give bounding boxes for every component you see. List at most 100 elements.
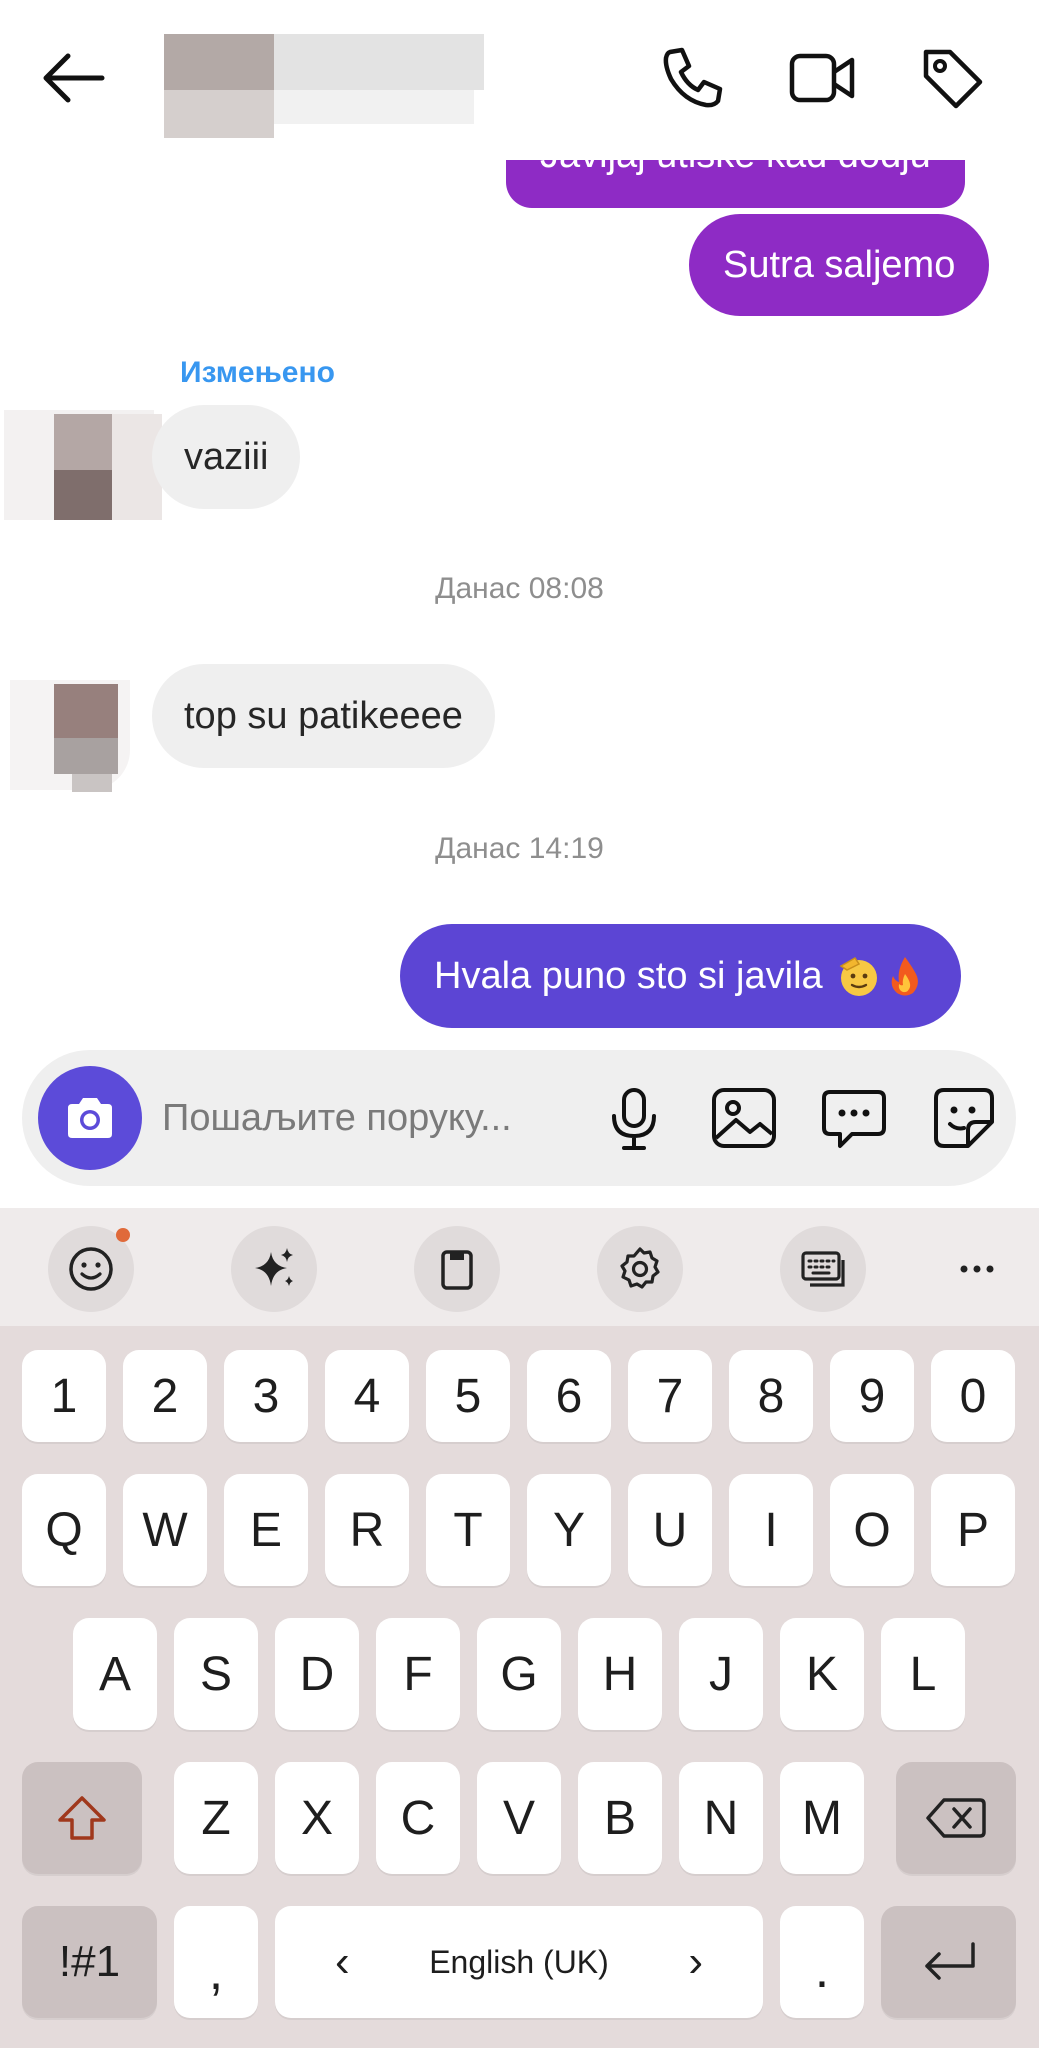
keyboard-settings-button[interactable] — [597, 1226, 683, 1312]
key-n[interactable]: N — [679, 1762, 763, 1874]
emoji-icon — [69, 1247, 113, 1291]
comma-key[interactable]: , — [174, 1906, 258, 2018]
sparkles-icon — [255, 1248, 293, 1286]
key-9[interactable]: 9 — [830, 1350, 914, 1442]
key-p[interactable]: P — [931, 1474, 1015, 1586]
backspace-key[interactable] — [896, 1762, 1016, 1874]
key-h[interactable]: H — [578, 1618, 662, 1730]
key-1[interactable]: 1 — [22, 1350, 106, 1442]
key-m[interactable]: M — [780, 1762, 864, 1874]
ai-tools-button[interactable] — [231, 1226, 317, 1312]
key-e[interactable]: E — [224, 1474, 308, 1586]
key-k[interactable]: K — [780, 1618, 864, 1730]
microphone-icon — [612, 1088, 656, 1150]
message-text: vaziii — [184, 436, 269, 478]
fire-emoji-icon — [891, 957, 918, 996]
clipboard-icon — [441, 1250, 473, 1290]
message-outgoing[interactable]: Hvala puno sto si javila — [400, 924, 961, 1028]
message-timestamp: Данас 08:08 — [435, 572, 604, 605]
key-j[interactable]: J — [679, 1618, 763, 1730]
message-input[interactable] — [162, 1084, 582, 1152]
clipboard-button[interactable] — [414, 1226, 500, 1312]
period-key[interactable]: . — [780, 1906, 864, 2018]
key-a[interactable]: A — [73, 1618, 157, 1730]
phone-icon — [663, 47, 723, 108]
key-4[interactable]: 4 — [325, 1350, 409, 1442]
message-incoming[interactable]: top su patikeeee — [152, 664, 495, 768]
key-r[interactable]: R — [325, 1474, 409, 1586]
message-options-button[interactable] — [816, 1080, 892, 1156]
enter-key[interactable] — [881, 1906, 1016, 2018]
back-button[interactable] — [38, 48, 108, 108]
key-z[interactable]: Z — [174, 1762, 258, 1874]
key-g[interactable]: G — [477, 1618, 561, 1730]
chevron-left-icon[interactable]: ‹ — [335, 1937, 350, 1987]
message-composer — [22, 1050, 1016, 1186]
edited-label: Измењено — [180, 356, 335, 389]
message-text: top su patikeeee — [184, 695, 463, 737]
backspace-icon — [926, 1798, 986, 1838]
shift-icon — [58, 1796, 106, 1840]
contact-name[interactable] — [160, 34, 490, 138]
key-i[interactable]: I — [729, 1474, 813, 1586]
chat-header — [0, 0, 1039, 160]
video-call-button[interactable] — [786, 42, 858, 114]
more-options-button[interactable] — [934, 1226, 1020, 1312]
tag-icon — [923, 49, 983, 109]
key-7[interactable]: 7 — [628, 1350, 712, 1442]
avatar[interactable] — [10, 680, 130, 794]
enter-icon — [924, 1942, 975, 1980]
shift-key[interactable] — [22, 1762, 142, 1874]
key-w[interactable]: W — [123, 1474, 207, 1586]
key-b[interactable]: B — [578, 1762, 662, 1874]
avatar[interactable] — [4, 400, 162, 522]
key-t[interactable]: T — [426, 1474, 510, 1586]
voice-message-button[interactable] — [596, 1080, 672, 1156]
keyboard: 1 2 3 4 5 6 7 8 9 0 Q W E R T Y U I O P … — [0, 1326, 1039, 2048]
key-q[interactable]: Q — [22, 1474, 106, 1586]
key-c[interactable]: C — [376, 1762, 460, 1874]
call-button[interactable] — [656, 42, 728, 114]
gallery-button[interactable] — [706, 1080, 782, 1156]
sticker-icon — [934, 1088, 994, 1148]
saluting-face-emoji-icon — [839, 957, 877, 996]
space-key[interactable]: ‹ English (UK) › — [275, 1906, 763, 2018]
key-l[interactable]: L — [881, 1618, 965, 1730]
tag-button[interactable] — [916, 42, 988, 114]
key-s[interactable]: S — [174, 1618, 258, 1730]
key-5[interactable]: 5 — [426, 1350, 510, 1442]
message-outgoing[interactable]: Sutra saljemo — [689, 214, 990, 316]
key-6[interactable]: 6 — [527, 1350, 611, 1442]
arrow-left-icon — [43, 53, 105, 103]
message-incoming[interactable]: vaziii — [152, 405, 301, 509]
message-text: Sutra saljemo — [723, 244, 956, 286]
video-camera-icon — [789, 53, 855, 103]
chevron-right-icon[interactable]: › — [688, 1937, 703, 1987]
message-timestamp: Данас 14:19 — [435, 832, 604, 865]
message-text: Hvala puno sto si javila — [434, 955, 823, 997]
key-d[interactable]: D — [275, 1618, 359, 1730]
sticker-button[interactable] — [926, 1080, 1002, 1156]
more-icon — [960, 1265, 994, 1273]
emoji-button[interactable] — [48, 1226, 134, 1312]
key-2[interactable]: 2 — [123, 1350, 207, 1442]
image-icon — [712, 1088, 776, 1148]
settings-icon — [620, 1247, 660, 1289]
key-o[interactable]: O — [830, 1474, 914, 1586]
key-f[interactable]: F — [376, 1618, 460, 1730]
keyboard-toolbar — [0, 1208, 1039, 1326]
key-x[interactable]: X — [275, 1762, 359, 1874]
key-y[interactable]: Y — [527, 1474, 611, 1586]
key-u[interactable]: U — [628, 1474, 712, 1586]
chat-bubble-icon — [822, 1090, 886, 1148]
key-0[interactable]: 0 — [931, 1350, 1015, 1442]
symbols-key[interactable]: !#1 — [22, 1906, 157, 2018]
key-8[interactable]: 8 — [729, 1350, 813, 1442]
key-3[interactable]: 3 — [224, 1350, 308, 1442]
keyboard-mode-button[interactable] — [780, 1226, 866, 1312]
key-v[interactable]: V — [477, 1762, 561, 1874]
camera-icon — [68, 1098, 112, 1138]
camera-button[interactable] — [38, 1066, 142, 1170]
space-language-label: English (UK) — [429, 1943, 609, 1980]
keyboard-icon — [801, 1251, 845, 1287]
